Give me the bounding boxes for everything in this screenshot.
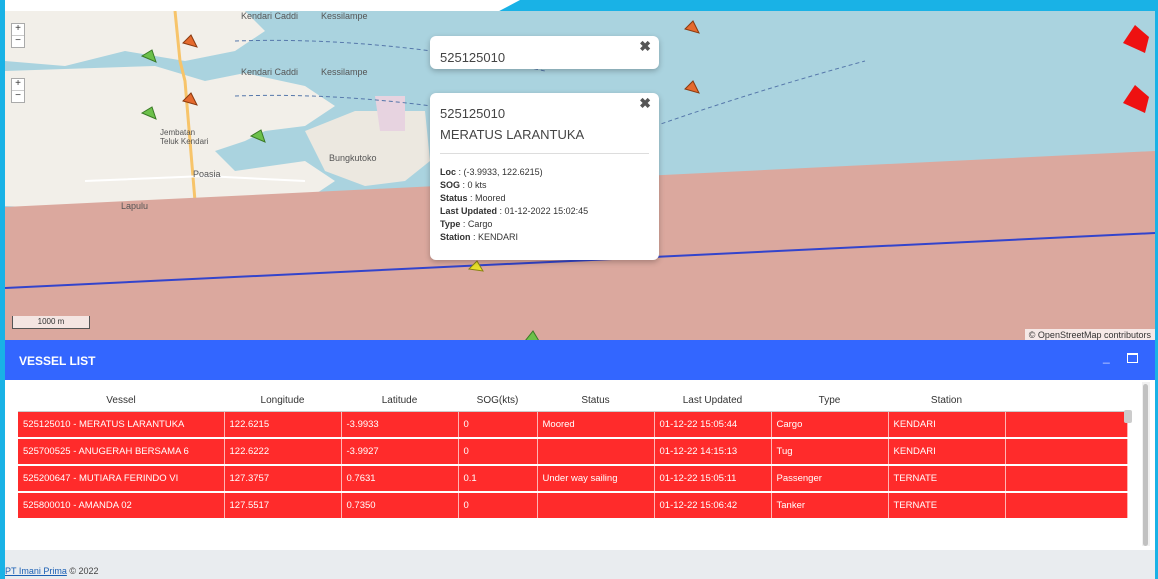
table-row[interactable]: 525200647 - MUTIARA FERINDO VI 127.3757 … — [18, 465, 1128, 493]
cell-extra — [1005, 492, 1128, 520]
close-icon[interactable]: ✖ — [639, 38, 651, 55]
cell-last-updated: 01-12-22 14:15:13 — [654, 438, 772, 466]
cell-latitude: -3.9933 — [341, 411, 459, 439]
cell-vessel: 525200647 - MUTIARA FERINDO VI — [18, 465, 225, 493]
col-extra — [1005, 390, 1128, 412]
town-label: Kessilampe — [321, 67, 368, 77]
header-notch — [0, 0, 520, 11]
cell-longitude: 122.6222 — [224, 438, 342, 466]
cell-sog: 0.1 — [458, 465, 538, 493]
vessel-marker-orange — [684, 20, 700, 34]
shipping-lane — [654, 60, 866, 127]
cell-extra — [1005, 465, 1128, 493]
cell-type: Tug — [771, 438, 889, 466]
col-latitude[interactable]: Latitude — [341, 390, 458, 412]
cell-station: TERNATE — [888, 492, 1006, 520]
cell-latitude: 0.7350 — [341, 492, 459, 520]
zoom-control: + − — [11, 23, 25, 48]
zoom-out-button[interactable]: − — [12, 91, 24, 102]
cell-type: Tanker — [771, 492, 889, 520]
col-sog[interactable]: SOG(kts) — [458, 390, 537, 412]
cell-station: TERNATE — [888, 465, 1006, 493]
close-icon[interactable]: ✖ — [639, 95, 651, 112]
land-area — [5, 11, 265, 66]
cell-status: Moored — [537, 411, 655, 439]
vessel-marker-red — [1123, 85, 1149, 113]
town-label: Lapulu — [121, 201, 149, 211]
panel-title: VESSEL LIST — [19, 354, 96, 368]
vessel-popup: ✖ 525125010 MERATUS LARANTUKA Loc : (-3.… — [430, 93, 659, 260]
footer-text: PT Imani Prima © 2022 — [5, 566, 99, 576]
col-station[interactable]: Station — [888, 390, 1005, 412]
cell-station: KENDARI — [888, 411, 1006, 439]
popup-vessel-name: MERATUS LARANTUKA — [440, 127, 585, 142]
footer: PT Imani Prima © 2022 — [5, 551, 1155, 579]
cell-latitude: 0.7631 — [341, 465, 459, 493]
cell-last-updated: 01-12-22 15:05:11 — [654, 465, 772, 493]
popup-mmsi: 525125010 — [440, 50, 506, 65]
maximize-icon[interactable] — [1127, 353, 1138, 363]
vessel-table: Vessel Longitude Latitude SOG(kts) Statu… — [18, 390, 1128, 520]
info-loc: Loc : (-3.9933, 122.6215) — [440, 167, 543, 177]
cell-status — [537, 492, 655, 520]
vessel-list-body: Vessel Longitude Latitude SOG(kts) Statu… — [5, 380, 1155, 550]
minimize-button[interactable]: _ — [1103, 350, 1110, 364]
info-sog: SOG : 0 kts — [440, 180, 487, 190]
cell-longitude: 127.5517 — [224, 492, 342, 520]
cell-vessel: 525125010 - MERATUS LARANTUKA — [18, 411, 225, 439]
info-type: Type : Cargo — [440, 219, 493, 229]
map-scale: 1000 m — [12, 316, 90, 329]
footer-company-link[interactable]: PT Imani Prima — [5, 566, 67, 576]
cell-sog: 0 — [458, 438, 538, 466]
zoom-out-button[interactable]: − — [12, 36, 24, 47]
cell-status — [537, 438, 655, 466]
col-vessel[interactable]: Vessel — [18, 390, 224, 412]
cell-vessel: 525800010 - AMANDA 02 — [18, 492, 225, 520]
cell-type: Cargo — [771, 411, 889, 439]
cell-latitude: -3.9927 — [341, 438, 459, 466]
col-type[interactable]: Type — [771, 390, 888, 412]
cell-last-updated: 01-12-22 15:06:42 — [654, 492, 772, 520]
table-row[interactable]: 525125010 - MERATUS LARANTUKA 122.6215 -… — [18, 411, 1128, 439]
town-label: Bungkutoko — [329, 153, 377, 163]
table-row[interactable]: 525800010 - AMANDA 02 127.5517 0.7350 0 … — [18, 492, 1128, 520]
info-status: Status : Moored — [440, 193, 506, 203]
vessel-list-header: VESSEL LIST _ — [5, 340, 1155, 380]
table-header-row: Vessel Longitude Latitude SOG(kts) Statu… — [18, 390, 1128, 412]
popup-info-list: Loc : (-3.9933, 122.6215) SOG : 0 kts St… — [440, 166, 588, 244]
town-label: Jembatan Teluk Kendari — [160, 128, 209, 146]
vessel-marker-orange — [684, 80, 700, 94]
zoom-control: + − — [11, 78, 25, 103]
popup-divider — [440, 153, 649, 154]
info-station: Station : KENDARI — [440, 232, 519, 242]
cell-type: Passenger — [771, 465, 889, 493]
scrollbar-thumb[interactable] — [1143, 384, 1148, 546]
town-label: Poasia — [193, 169, 221, 179]
vessel-popup-small: 525125010 ✖ — [430, 36, 659, 69]
map-view[interactable]: Kendari Caddi Kessilampe Kendari Caddi K… — [5, 11, 1155, 340]
town-label: Kessilampe — [321, 11, 368, 21]
col-longitude[interactable]: Longitude — [224, 390, 341, 412]
table-row[interactable]: 525700525 - ANUGERAH BERSAMA 6 122.6222 … — [18, 438, 1128, 466]
vessel-marker-red — [1123, 25, 1149, 53]
info-last-updated: Last Updated : 01-12-2022 15:02:45 — [440, 206, 589, 216]
cell-longitude: 127.3757 — [224, 465, 342, 493]
cell-sog: 0 — [458, 492, 538, 520]
footer-copyright: © 2022 — [69, 566, 99, 576]
cell-longitude: 122.6215 — [224, 411, 342, 439]
cell-vessel: 525700525 - ANUGERAH BERSAMA 6 — [18, 438, 225, 466]
cell-extra — [1005, 438, 1128, 466]
cell-sog: 0 — [458, 411, 538, 439]
town-label: Kendari Caddi — [241, 11, 299, 21]
cell-status: Under way sailing — [537, 465, 655, 493]
cell-station: KENDARI — [888, 438, 1006, 466]
cell-extra — [1005, 411, 1128, 439]
col-status[interactable]: Status — [537, 390, 654, 412]
town-label: Kendari Caddi — [241, 67, 299, 77]
col-last-updated[interactable]: Last Updated — [654, 390, 771, 412]
popup-mmsi: 525125010 — [440, 106, 506, 121]
map-attribution: © OpenStreetMap contributors — [1024, 329, 1155, 340]
cell-last-updated: 01-12-22 15:05:44 — [654, 411, 772, 439]
table-scroll-thumb[interactable] — [1124, 410, 1132, 423]
